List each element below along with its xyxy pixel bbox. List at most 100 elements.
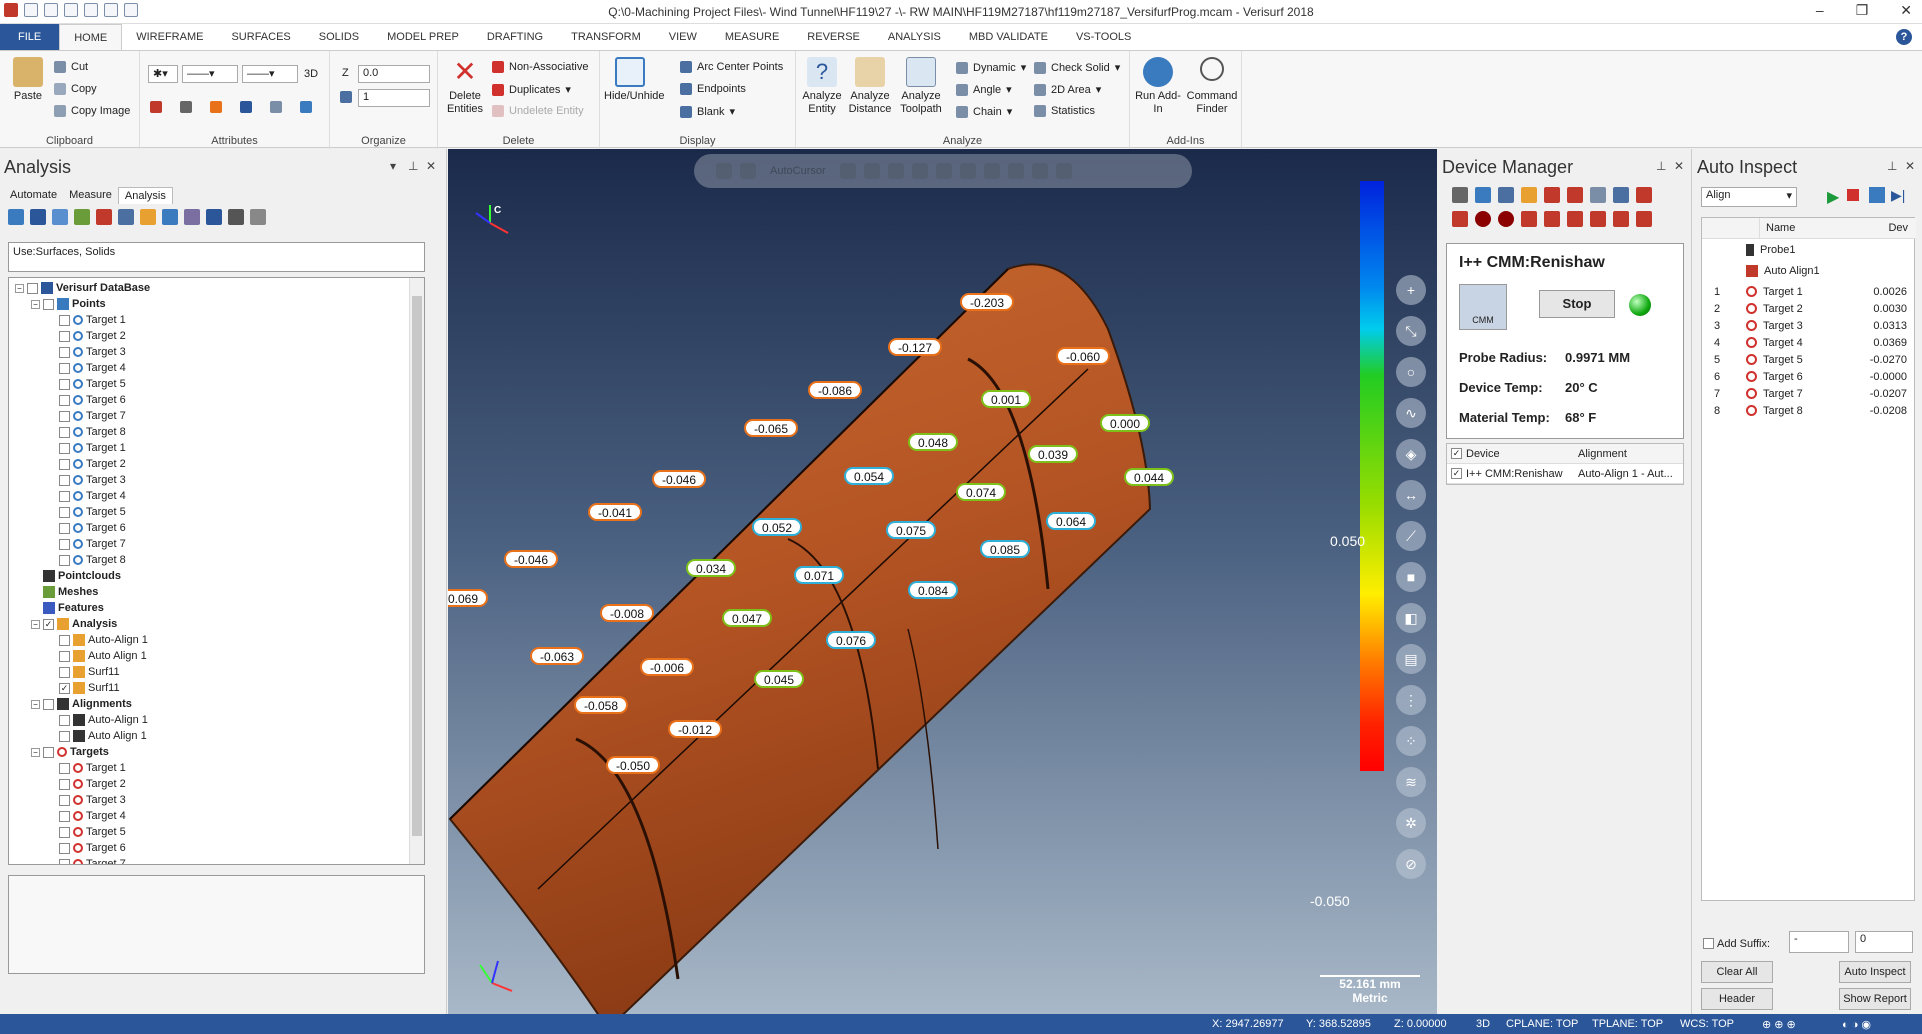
probe-row[interactable]: Probe1 — [1702, 239, 1916, 260]
tree-item[interactable]: Target 5 — [47, 376, 126, 392]
deviation-icon[interactable] — [96, 209, 112, 225]
copy-image-button[interactable]: Copy Image — [54, 105, 130, 117]
tree-checkbox[interactable] — [59, 730, 70, 742]
close-icon[interactable]: ✕ — [1900, 2, 1912, 19]
pin-icon[interactable]: ⊥ — [1887, 159, 1897, 173]
tree-item[interactable]: Auto-Align 1 — [47, 712, 148, 728]
collapse-icon[interactable]: − — [15, 283, 24, 293]
tree-scrollbar[interactable] — [409, 278, 424, 864]
tab-vs-tools[interactable]: VS-TOOLS — [1062, 24, 1145, 50]
deviation-label[interactable]: 0.001 — [981, 390, 1032, 408]
deviation-label[interactable]: -0.063 — [530, 647, 585, 665]
run-program-icon[interactable] — [1636, 211, 1652, 227]
tab-file[interactable]: FILE — [0, 24, 60, 50]
tree-item[interactable]: Pointclouds — [31, 568, 121, 584]
stop-record-icon[interactable] — [1498, 211, 1514, 227]
tree-checkbox[interactable] — [43, 698, 54, 710]
tree-item[interactable]: − Alignments — [31, 696, 132, 712]
copy-button[interactable]: Copy — [54, 83, 97, 95]
tree-checkbox[interactable] — [59, 714, 70, 726]
tab-transform[interactable]: TRANSFORM — [557, 24, 655, 50]
layers-icon[interactable]: ≋ — [1396, 767, 1426, 797]
tree-checkbox[interactable] — [59, 810, 70, 822]
tree-item[interactable]: − Targets — [31, 744, 109, 760]
pin-icon[interactable]: ⊥ — [1656, 159, 1666, 173]
collapse-icon[interactable]: − — [31, 747, 40, 757]
solid-color-icon[interactable] — [210, 101, 222, 113]
header-button[interactable]: Header — [1701, 988, 1773, 1010]
tolerance-icon[interactable]: ⟋ — [1396, 521, 1426, 551]
surface-color-icon[interactable] — [180, 101, 192, 113]
chart-icon[interactable] — [1613, 187, 1629, 203]
set-attributes-icon[interactable] — [300, 101, 312, 113]
delete-entities-button[interactable]: ✕ Delete Entities — [442, 57, 488, 116]
tree-item[interactable]: − Points — [31, 296, 106, 312]
deviation-label[interactable]: 0.071 — [794, 566, 845, 584]
shading-mode-icons[interactable]: ◐ ◑ ◉ — [1842, 1018, 1871, 1031]
deviation-label[interactable]: 0.075 — [886, 521, 937, 539]
points-view-icon[interactable]: ⁘ — [1396, 726, 1426, 756]
tree-item[interactable]: Target 2 — [47, 328, 126, 344]
cloud-icon[interactable] — [162, 209, 178, 225]
settings-gear-icon[interactable]: ✲ — [1396, 808, 1426, 838]
deviation-label[interactable]: -0.006 — [640, 658, 695, 676]
tree-checkbox[interactable] — [59, 330, 70, 342]
collapse-icon[interactable]: − — [31, 619, 40, 629]
tree-checkbox[interactable] — [59, 634, 70, 646]
arc-center-button[interactable]: Arc Center Points — [680, 61, 783, 73]
subtab-measure[interactable]: Measure — [63, 187, 118, 204]
deviation-label[interactable]: -0.046 — [652, 470, 707, 488]
zoom-extents-icon[interactable]: ⤡ — [1396, 316, 1426, 346]
points-icon[interactable] — [74, 209, 90, 225]
tree-checkbox[interactable] — [59, 762, 70, 774]
tree-item[interactable]: Target 6 — [47, 392, 126, 408]
tool-icon[interactable] — [1636, 187, 1652, 203]
deviation-label[interactable]: -0.069 — [448, 589, 489, 607]
deviation-label[interactable]: 0.052 — [752, 518, 803, 536]
chain-select-icon[interactable] — [1007, 163, 1024, 179]
tree-checkbox[interactable] — [59, 666, 70, 678]
tab-solids[interactable]: SOLIDS — [305, 24, 373, 50]
device-list-icon[interactable] — [1475, 187, 1491, 203]
tree-checkbox[interactable] — [59, 426, 70, 438]
grid-icon[interactable] — [118, 209, 134, 225]
show-report-button[interactable]: Show Report — [1839, 988, 1911, 1010]
mode-select[interactable]: Align ▾ — [1701, 187, 1797, 207]
deviation-label[interactable]: -0.041 — [588, 503, 643, 521]
tree-checkbox[interactable] — [59, 474, 70, 486]
deviation-label[interactable]: 0.076 — [826, 631, 877, 649]
select-icon[interactable] — [863, 163, 880, 179]
deviation-label[interactable]: 0.039 — [1028, 445, 1079, 463]
select-all-checkbox[interactable]: ✓ — [1451, 448, 1462, 459]
suffix-input[interactable]: - — [1789, 931, 1849, 953]
deviation-label[interactable]: 0.034 — [686, 559, 737, 577]
deviation-label[interactable]: -0.008 — [600, 604, 655, 622]
statistics-button[interactable]: Statistics — [1034, 105, 1095, 117]
axis-icon[interactable] — [228, 209, 244, 225]
cplane-indicator[interactable]: CPLANE: TOP — [1506, 1018, 1578, 1030]
tree-item[interactable]: Target 8 — [47, 552, 126, 568]
probe-icon[interactable] — [1544, 187, 1560, 203]
zoom-in-icon[interactable]: + — [1396, 275, 1426, 305]
add-suffix-checkbox[interactable] — [1703, 938, 1714, 949]
height-icon[interactable] — [1544, 211, 1560, 227]
tree-item[interactable]: Target 7 — [47, 536, 126, 552]
tree-item[interactable]: Target 4 — [47, 808, 126, 824]
filter-icon[interactable] — [887, 163, 904, 179]
record-icon[interactable] — [1475, 211, 1491, 227]
wcs-indicator[interactable]: WCS: TOP — [1680, 1018, 1734, 1030]
deviation-label[interactable]: -0.203 — [960, 293, 1015, 311]
dimension-icon[interactable]: ↔ — [1396, 480, 1426, 510]
connect-icon[interactable] — [1452, 187, 1468, 203]
dimension-toggle[interactable]: 3D — [304, 68, 318, 80]
pin-icon[interactable]: ⊥ — [408, 159, 418, 173]
tree-item[interactable]: Auto Align 1 — [47, 728, 147, 744]
tree-checkbox[interactable] — [43, 746, 54, 758]
columns-icon[interactable] — [206, 209, 222, 225]
analyze-distance-button[interactable]: Analyze Distance — [846, 57, 894, 116]
list-icon[interactable] — [30, 209, 46, 225]
tree-item[interactable]: Target 3 — [47, 792, 126, 808]
tree-item[interactable]: Target 3 — [47, 472, 126, 488]
clear-all-button[interactable]: Clear All — [1701, 961, 1773, 983]
tree-checkbox[interactable] — [59, 538, 70, 550]
